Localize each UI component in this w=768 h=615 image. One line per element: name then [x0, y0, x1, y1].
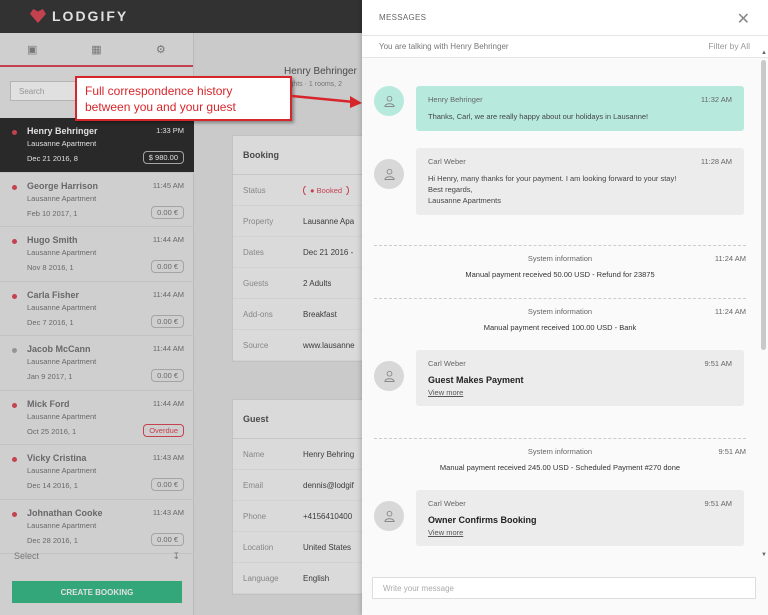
callout-line-1: Full correspondence history	[85, 84, 233, 98]
message-time: 11:28 AM	[700, 157, 732, 166]
message-meta: Henry Behringer 11:32 AM	[428, 95, 732, 104]
system-info-text: Manual payment received 245.00 USD - Sch…	[439, 463, 681, 472]
view-more-link[interactable]: View more	[428, 388, 463, 397]
talking-to-label: You are talking with Henry Behringer	[379, 42, 509, 51]
message-sender: Carl Weber	[428, 359, 466, 368]
message-bubble: Carl Weber 9:51 AM Owner Confirms Booking V…	[416, 490, 744, 546]
scroll-down-icon[interactable]: ▼	[761, 552, 767, 558]
message-time: 9:51 AM	[704, 359, 732, 368]
system-info-item: System information 11:24 AM Manual payment…	[374, 245, 746, 279]
message-bubble: Carl Weber 11:28 AM Hi Henry, many thanks …	[416, 148, 744, 215]
message-meta: Carl Weber 9:51 AM	[428, 359, 732, 368]
close-icon[interactable]: ✕	[737, 9, 750, 29]
message-sender: Carl Weber	[428, 157, 466, 166]
system-info-label: System information	[527, 307, 593, 316]
system-info-text: Manual payment received 50.00 USD - Refu…	[465, 270, 655, 279]
annotation-callout: Full correspondence history between you …	[75, 76, 292, 121]
system-info-header: System information 9:51 AM	[374, 447, 746, 456]
system-info-item: System information 11:24 AM Manual payment…	[374, 298, 746, 332]
system-info-item: System information 9:51 AM Manual payment …	[374, 438, 746, 472]
message-text: Thanks, Carl, we are really happy about …	[428, 112, 649, 121]
message-time: 11:32 AM	[700, 95, 732, 104]
system-info-time: 11:24 AM	[714, 254, 746, 263]
system-info-label: System information	[527, 254, 593, 263]
message-text-line: Hi Henry, many thanks for your payment. …	[428, 174, 677, 183]
user-avatar-icon	[374, 361, 404, 391]
filter-dropdown[interactable]: Filter by All	[708, 41, 750, 51]
message-time: 9:51 AM	[704, 499, 732, 508]
panel-subheader: You are talking with Henry Behringer Fil…	[362, 36, 768, 58]
message-text-line: Best regards,	[428, 185, 473, 194]
message-meta: Carl Weber 11:28 AM	[428, 157, 732, 166]
callout-line-2: between you and your guest	[85, 100, 236, 114]
system-info-text: Manual payment received 100.00 USD - Ban…	[483, 323, 637, 332]
message-sender: Henry Behringer	[428, 95, 483, 104]
message-text-line: Lausanne Apartments	[428, 196, 501, 205]
user-avatar-icon	[374, 86, 404, 116]
user-avatar-icon	[374, 501, 404, 531]
messages-panel: MESSAGES ✕ You are talking with Henry Be…	[362, 0, 768, 615]
system-info-time: 9:51 AM	[718, 447, 746, 456]
thread-scrollbar[interactable]	[761, 60, 766, 350]
view-more-link[interactable]: View more	[428, 528, 463, 537]
message-bubble: Carl Weber 9:51 AM Guest Makes Payment View…	[416, 350, 744, 406]
message-meta: Carl Weber 9:51 AM	[428, 499, 732, 508]
system-info-header: System information 11:24 AM	[374, 254, 746, 263]
panel-header: MESSAGES ✕	[362, 0, 768, 36]
callout-arrow-icon	[292, 94, 362, 108]
user-avatar-icon	[374, 159, 404, 189]
message-input[interactable]: Write your message	[372, 577, 756, 599]
message-thread[interactable]: Henry Behringer 11:32 AM Thanks, Carl, we …	[362, 58, 760, 550]
panel-title: MESSAGES	[379, 13, 427, 22]
system-info-label: System information	[527, 447, 593, 456]
system-info-time: 11:24 AM	[714, 307, 746, 316]
message-headline: Guest Makes Payment	[428, 375, 524, 385]
scroll-up-icon[interactable]: ▲	[761, 50, 767, 56]
system-info-header: System information 11:24 AM	[374, 307, 746, 316]
message-bubble: Henry Behringer 11:32 AM Thanks, Carl, we …	[416, 86, 744, 131]
message-sender: Carl Weber	[428, 499, 466, 508]
message-headline: Owner Confirms Booking	[428, 515, 537, 525]
